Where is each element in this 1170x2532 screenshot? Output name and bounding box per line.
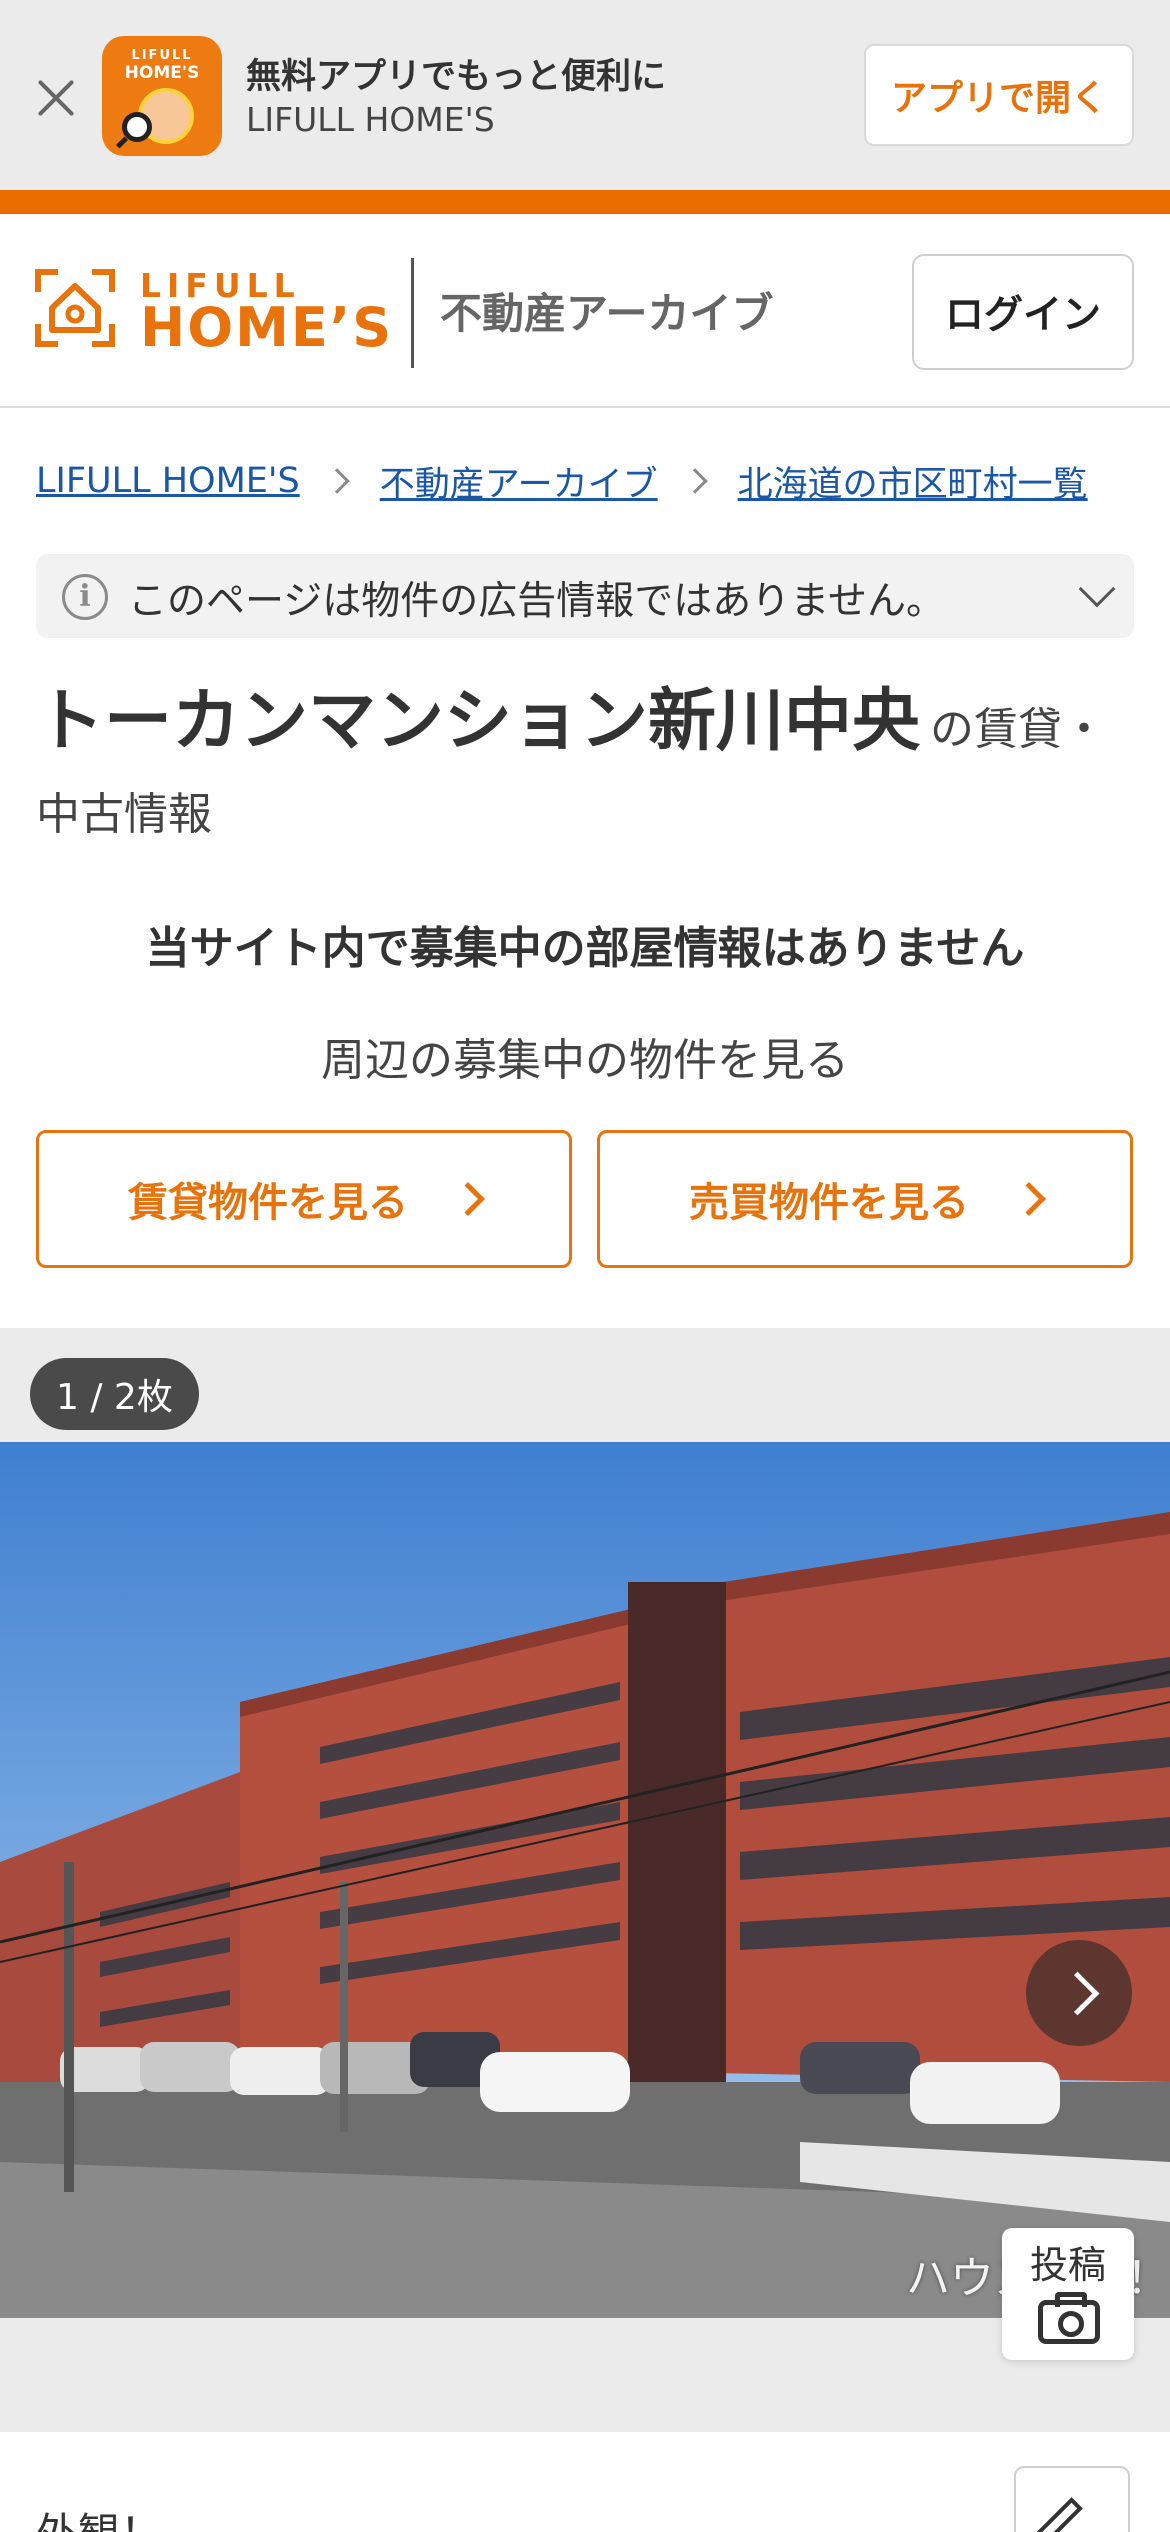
app-icon-line2: HOME'S: [124, 63, 200, 83]
info-icon: i: [62, 574, 108, 620]
chevron-right-icon: [681, 468, 708, 494]
building-photo[interactable]: ハウスドゥ！: [0, 1442, 1170, 2318]
site-header: LIFULL HOME’S 不動産アーカイブ ログイン: [0, 214, 1170, 408]
no-rooms-message: 当サイト内で募集中の部屋情報はありません: [145, 923, 1025, 974]
camera-icon: [1038, 2292, 1100, 2344]
header-divider: [411, 258, 414, 368]
rent-listings-button[interactable]: 賃貸物件を見る: [36, 1130, 572, 1268]
section-label: 外観！: [36, 2500, 162, 2532]
breadcrumb-archive[interactable]: 不動産アーカイブ: [380, 456, 658, 507]
chevron-right-icon: [1012, 1182, 1046, 1216]
chevron-right-icon: [323, 468, 350, 494]
section-title: 不動産アーカイブ: [440, 289, 774, 338]
page-title: トーカンマンション新川中央 の賃貸・中古情報: [36, 684, 1136, 862]
open-app-button[interactable]: アプリで開く: [864, 44, 1134, 146]
app-banner-subtitle: LIFULL HOME'S: [246, 100, 495, 139]
house-logo-icon[interactable]: [34, 268, 116, 348]
chevron-down-icon[interactable]: [1078, 570, 1116, 608]
magnifier-icon: [122, 112, 152, 142]
nearby-heading: 周辺の募集中の物件を見る: [321, 1035, 849, 1086]
pencil-icon: [1029, 2497, 1083, 2532]
close-icon[interactable]: [30, 72, 82, 124]
photo-counter: 1 / 2枚: [30, 1358, 199, 1430]
app-banner-title: 無料アプリでもっと便利に: [246, 57, 667, 97]
breadcrumb: LIFULL HOME'S 不動産アーカイブ 北海道の市区町村一覧: [36, 456, 1088, 506]
logo-text-main[interactable]: HOME’S: [140, 296, 393, 359]
post-photo-button[interactable]: 投稿: [1002, 2228, 1134, 2360]
building-illustration: [0, 1442, 1170, 2318]
ad-notice[interactable]: i このページは物件の広告情報ではありません。: [36, 554, 1134, 638]
rent-button-label: 賃貸物件を見る: [128, 1180, 408, 1226]
sale-listings-button[interactable]: 売買物件を見る: [597, 1130, 1133, 1268]
breadcrumb-home[interactable]: LIFULL HOME'S: [36, 461, 300, 501]
edit-button[interactable]: [1014, 2466, 1130, 2532]
photo-gallery: 1 / 2枚 投稿: [0, 1328, 1170, 2432]
chevron-right-icon: [451, 1182, 485, 1216]
notice-text: このページは物件の広告情報ではありません。: [128, 579, 946, 624]
post-button-label: 投稿: [1029, 2243, 1106, 2287]
brand-bar: [0, 190, 1170, 214]
breadcrumb-hokkaido[interactable]: 北海道の市区町村一覧: [738, 456, 1088, 507]
app-icon-line1: LIFULL: [131, 48, 193, 63]
next-photo-button[interactable]: [1026, 1940, 1132, 2046]
app-icon: LIFULL HOME'S: [102, 36, 222, 156]
property-name: トーカンマンション新川中央: [36, 682, 921, 761]
app-banner: LIFULL HOME'S 無料アプリでもっと便利に LIFULL HOME'S…: [0, 0, 1170, 190]
sale-button-label: 売買物件を見る: [689, 1180, 969, 1226]
login-button[interactable]: ログイン: [912, 254, 1134, 370]
